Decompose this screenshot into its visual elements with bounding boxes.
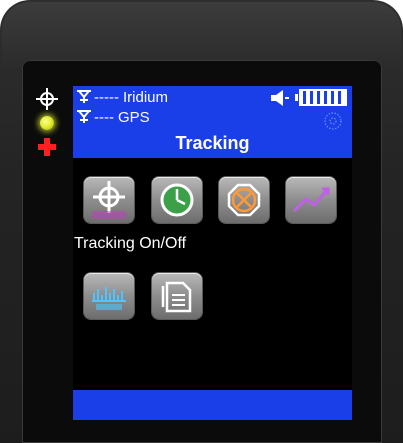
- device-body: ----- Iridium ---- GPS Tracking Tracking…: [0, 0, 403, 443]
- ruler-icon: [92, 287, 126, 310]
- iridium-label: Iridium: [122, 88, 168, 106]
- selected-item-label: Tracking On/Off: [74, 235, 187, 252]
- satellite-icon: [324, 112, 342, 130]
- page-title: Tracking: [175, 133, 250, 153]
- bottom-bar: [73, 390, 352, 420]
- antenna-icon: [77, 110, 91, 123]
- tracking-on-off-button[interactable]: [84, 177, 134, 223]
- ruler-button[interactable]: [84, 273, 134, 319]
- crosshair-icon: [36, 88, 58, 110]
- stop-icon: [227, 183, 261, 217]
- plus-icon: [38, 138, 56, 156]
- device-screen: ----- Iridium ---- GPS Tracking Tracking…: [73, 86, 352, 420]
- tracking-interval-button[interactable]: [152, 177, 202, 223]
- document-button[interactable]: [152, 273, 202, 319]
- gps-status: ---- GPS: [76, 108, 150, 126]
- chart-icon: [292, 187, 330, 213]
- chart-button[interactable]: [286, 177, 336, 223]
- clock-icon: [160, 183, 194, 217]
- gps-label: GPS: [117, 108, 150, 126]
- iridium-status: ----- Iridium: [76, 88, 168, 106]
- gps-signal: ----: [94, 108, 114, 126]
- battery-full-icon: [295, 89, 347, 106]
- tracking-on-off-icon: [92, 181, 126, 219]
- iridium-signal: -----: [94, 88, 119, 106]
- status-bar: ----- Iridium ---- GPS Tracking: [73, 86, 352, 158]
- speaker-icon[interactable]: [270, 90, 290, 106]
- stop-button[interactable]: [219, 177, 269, 223]
- antenna-icon: [77, 90, 91, 103]
- document-icon: [161, 281, 192, 313]
- status-led: [40, 116, 54, 130]
